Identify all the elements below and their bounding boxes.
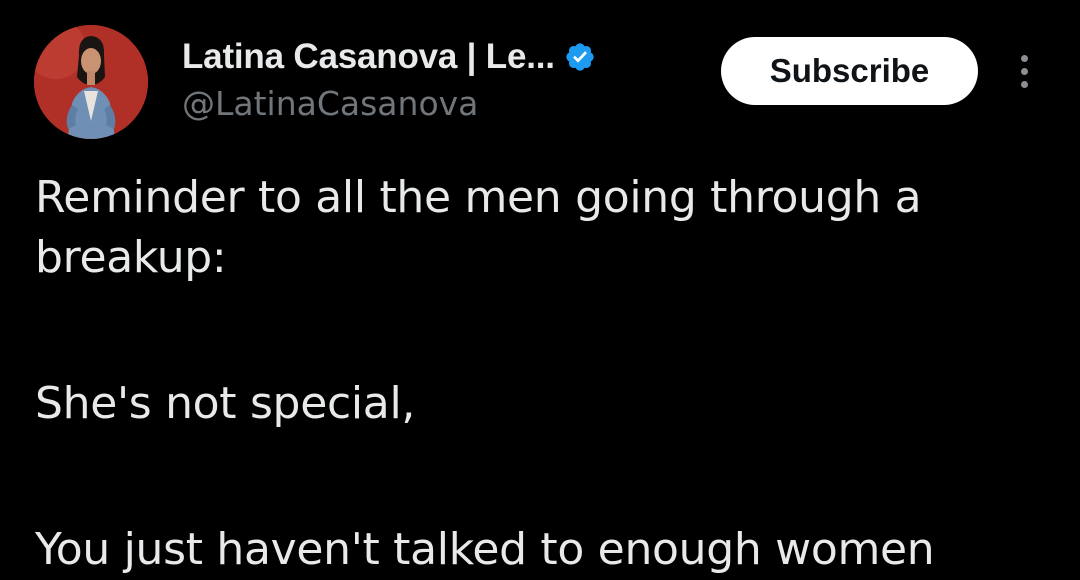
author-name-row: Latina Casanova | Le... [182, 34, 596, 80]
author-display-name[interactable]: Latina Casanova | Le... [182, 37, 555, 77]
tweet-header: Latina Casanova | Le... @LatinaCasanova … [0, 0, 1080, 150]
author-handle[interactable]: @LatinaCasanova [182, 84, 478, 123]
tweet-text: Reminder to all the men going through a … [35, 168, 1055, 580]
verified-badge-icon[interactable] [564, 41, 596, 73]
avatar[interactable] [34, 25, 148, 139]
tweet-paragraph: She's not special, [35, 378, 416, 429]
profile-photo [34, 25, 148, 139]
tweet-paragraph: You just haven't talked to enough women [35, 524, 935, 575]
tweet-paragraph: Reminder to all the men going through a … [35, 172, 935, 283]
more-dot [1020, 54, 1028, 62]
subscribe-button[interactable]: Subscribe [721, 37, 978, 105]
more-dot [1020, 67, 1028, 75]
more-dot [1020, 80, 1028, 88]
more-options-icon[interactable] [1006, 48, 1042, 94]
